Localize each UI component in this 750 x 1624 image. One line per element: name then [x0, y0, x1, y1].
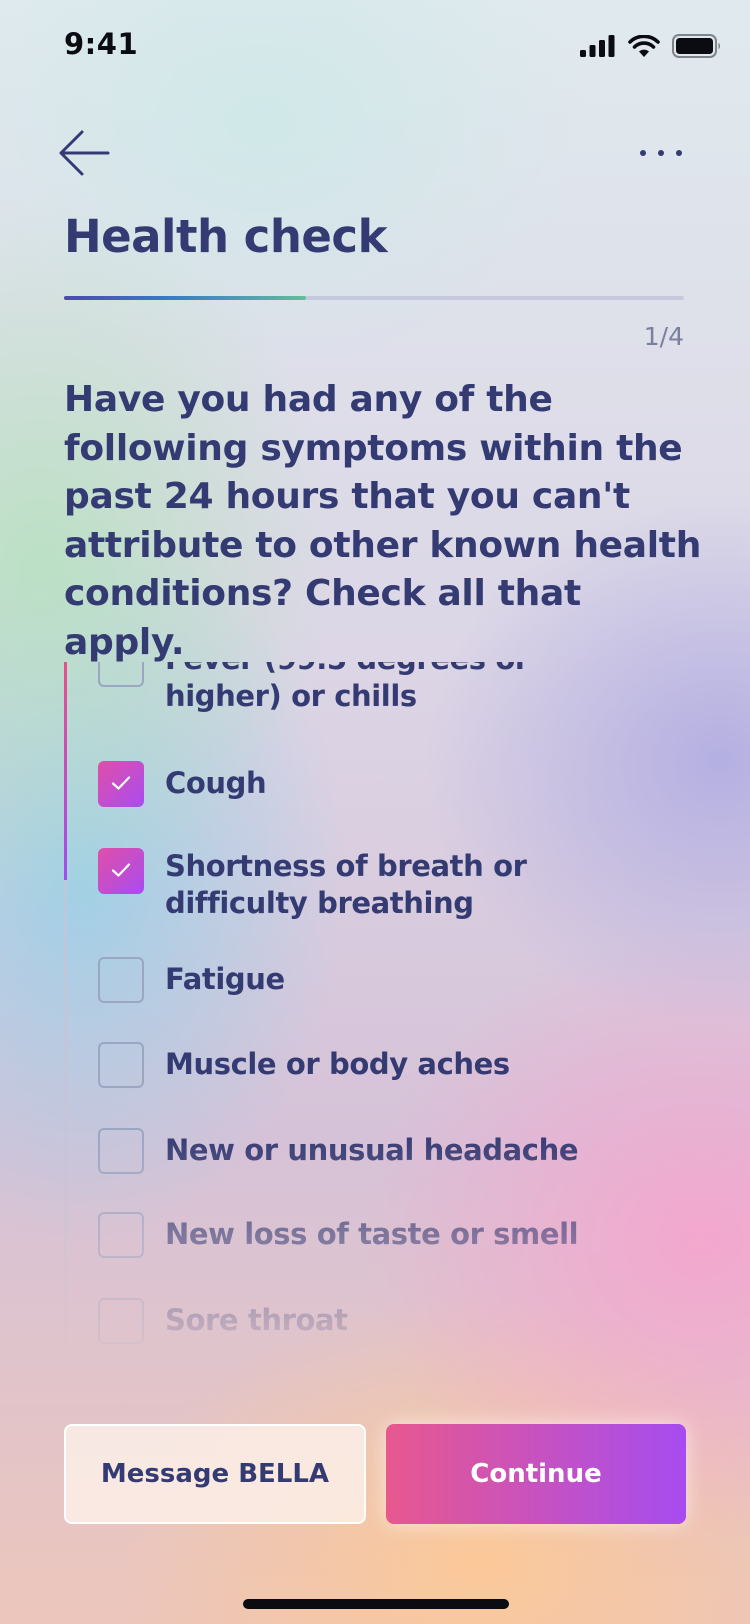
signal-icon [580, 35, 616, 61]
wifi-icon [628, 34, 660, 62]
option-checkbox[interactable] [98, 1042, 144, 1088]
option-checkbox[interactable] [98, 1212, 144, 1258]
option-headache[interactable]: New or unusual headache [98, 1128, 645, 1174]
progress-bar [64, 296, 684, 300]
option-fever[interactable]: Fever (99.5 degrees or higher) or chills [98, 662, 645, 715]
option-checkbox[interactable] [98, 957, 144, 1003]
back-button[interactable] [58, 128, 116, 182]
option-label: Cough [165, 766, 267, 800]
option-muscle-aches[interactable]: Muscle or body aches [98, 1042, 645, 1088]
progress-fill [64, 296, 306, 300]
option-label: Fatigue [165, 962, 285, 996]
option-label: New loss of taste or smell [165, 1217, 579, 1251]
step-indicator: 1/4 [643, 322, 684, 351]
option-checkbox[interactable] [98, 761, 144, 807]
home-indicator [243, 1599, 509, 1609]
option-label: Muscle or body aches [165, 1047, 510, 1081]
battery-icon [672, 34, 722, 62]
option-checkbox[interactable] [98, 1128, 144, 1174]
status-time: 9:41 [64, 27, 139, 61]
option-checkbox[interactable] [98, 1298, 144, 1344]
bottom-action-bar: Message BELLA Continue [0, 1410, 750, 1624]
message-bella-button[interactable]: Message BELLA [64, 1424, 366, 1524]
page-title: Health check [64, 210, 388, 263]
question-text: Have you had any of the following sympto… [64, 379, 702, 663]
symptom-list: Fever (99.5 degrees or higher) or chills… [64, 662, 704, 1374]
list-rail-active [64, 662, 67, 880]
option-label: New or unusual headache [165, 1133, 579, 1167]
option-label: Sore throat [165, 1303, 348, 1337]
arrow-left-icon [58, 130, 110, 182]
continue-button[interactable]: Continue [386, 1424, 686, 1524]
more-options-button[interactable] [638, 145, 688, 169]
status-icons [580, 34, 722, 62]
status-bar: 9:41 [0, 0, 750, 92]
option-checkbox[interactable] [98, 662, 144, 687]
option-fatigue[interactable]: Fatigue [98, 957, 645, 1003]
check-icon [111, 776, 131, 790]
option-shortness-of-breath[interactable]: Shortness of breath or difficulty breath… [98, 848, 645, 922]
option-cough[interactable]: Cough [98, 761, 645, 807]
check-icon [111, 863, 131, 877]
option-checkbox[interactable] [98, 848, 144, 894]
option-sore-throat[interactable]: Sore throat [98, 1298, 645, 1344]
more-horizontal-icon [638, 146, 684, 165]
option-loss-of-taste[interactable]: New loss of taste or smell [98, 1212, 645, 1258]
option-label: Shortness of breath or difficulty breath… [165, 849, 527, 920]
option-label: Fever (99.5 degrees or higher) or chills [165, 662, 529, 713]
